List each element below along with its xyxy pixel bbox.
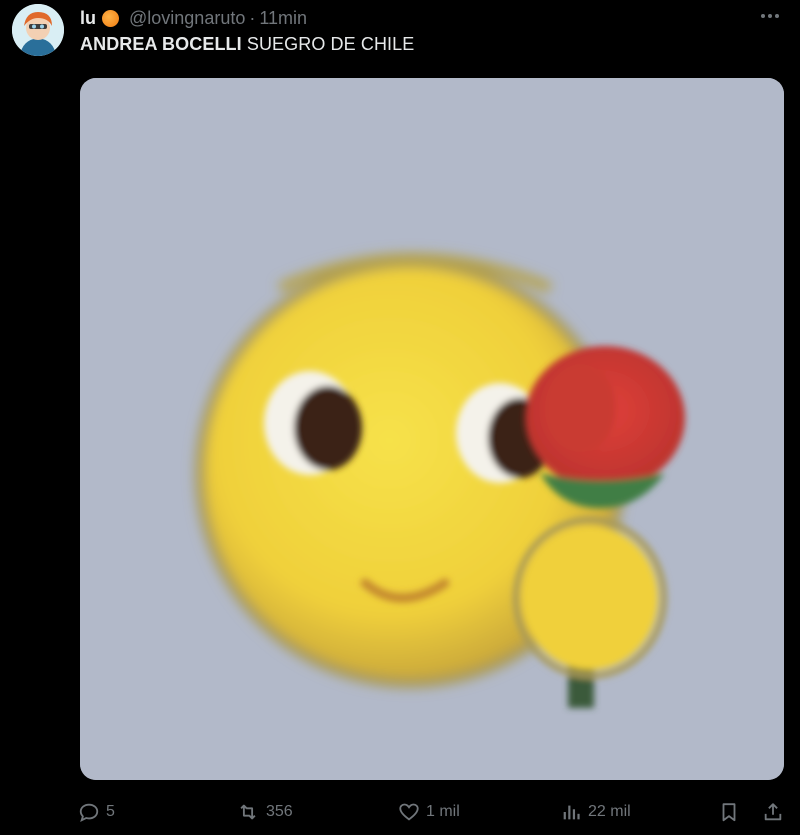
tweet-header: lu @lovingnaruto · 11min <box>80 6 307 30</box>
user-handle[interactable]: @lovingnaruto <box>129 8 245 29</box>
reply-button[interactable]: 5 <box>78 798 115 826</box>
heart-icon <box>399 803 419 821</box>
reply-count: 5 <box>106 803 115 820</box>
more-dots-icon[interactable] <box>758 6 782 26</box>
like-button[interactable]: 1 mil <box>398 798 460 826</box>
timestamp[interactable]: 11min <box>259 8 307 29</box>
retweet-count: 356 <box>266 803 293 820</box>
retweet-button[interactable]: 356 <box>236 798 293 826</box>
tweet: lu @lovingnaruto · 11min ANDREA BOCELLI … <box>0 0 800 835</box>
views-button[interactable]: 22 mil <box>560 798 631 826</box>
share-icon <box>764 803 782 821</box>
display-name[interactable]: lu <box>80 8 96 29</box>
reply-icon <box>79 803 99 823</box>
tweet-media-image[interactable] <box>80 78 784 780</box>
avatar[interactable] <box>12 4 64 56</box>
tweet-text: ANDREA BOCELLI SUEGRO DE CHILE <box>80 34 414 55</box>
bookmark-icon <box>722 803 736 822</box>
share-button[interactable] <box>762 798 784 826</box>
tweet-text-bold: ANDREA BOCELLI <box>80 34 242 54</box>
views-count: 22 mil <box>588 803 631 820</box>
like-count: 1 mil <box>426 803 460 820</box>
orange-emoji-icon <box>102 9 119 27</box>
bookmark-button[interactable] <box>718 798 740 826</box>
tweet-text-rest: SUEGRO DE CHILE <box>241 34 415 54</box>
tweet-actions-bar: 5 356 1 mil 22 mil <box>78 798 790 826</box>
retweet-icon <box>240 804 256 820</box>
blurry-emoji-with-rose-image <box>80 78 784 780</box>
separator-dot: · <box>249 7 256 28</box>
avatar-image <box>12 4 64 56</box>
views-chart-icon <box>563 805 580 820</box>
